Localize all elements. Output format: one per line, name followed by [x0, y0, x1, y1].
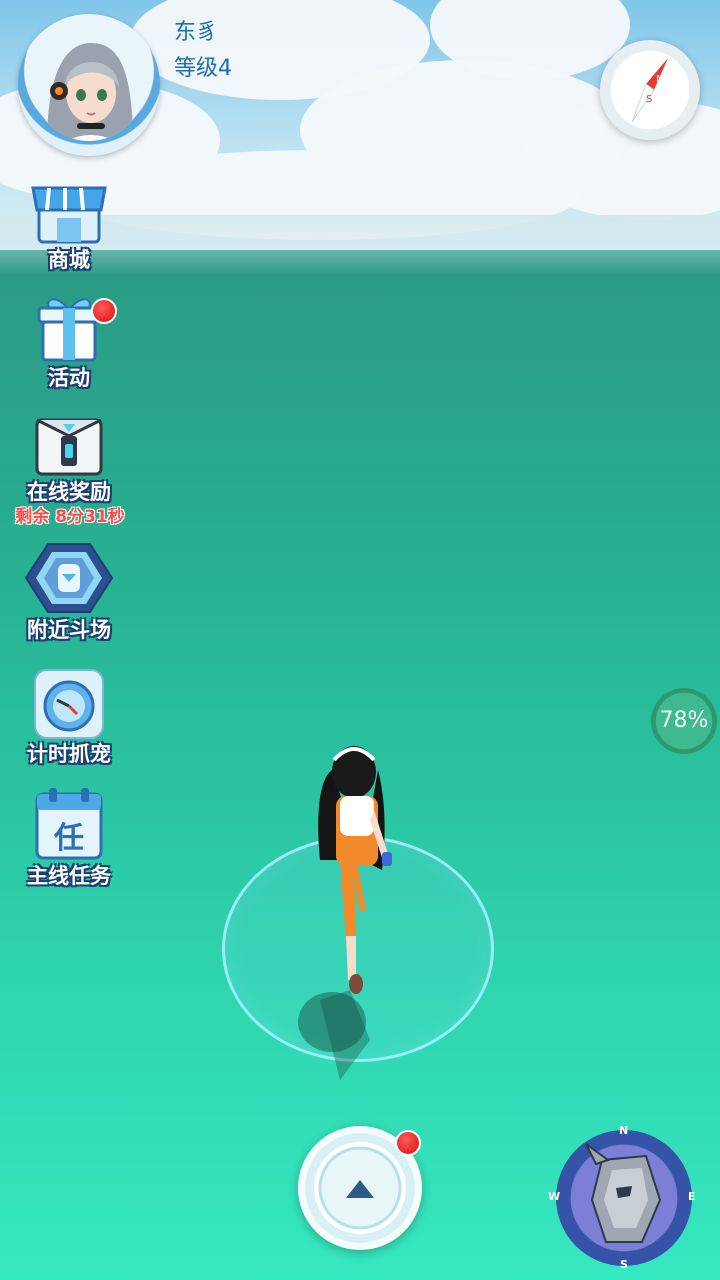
timed-capture-button[interactable]: 计时抓宠: [10, 668, 128, 768]
avatar-portrait-icon: [33, 29, 145, 141]
online-reward-button[interactable]: 在线奖励: [10, 410, 128, 506]
minimap-east: E: [688, 1190, 696, 1203]
reward-chest-icon: [35, 418, 103, 476]
events-notification-dot: [91, 298, 117, 324]
player-name: 东豸: [174, 20, 219, 45]
action-notification-dot: [395, 1130, 421, 1156]
nearby-arena-label: 附近斗场: [27, 618, 111, 642]
compass-south: S: [646, 94, 652, 105]
nearby-arena-button[interactable]: 附近斗场: [10, 540, 128, 644]
main-quest-label: 主线任务: [27, 864, 111, 888]
minimap-button[interactable]: N S E W: [548, 1124, 696, 1271]
shop-button[interactable]: 商城: [10, 180, 128, 274]
svg-text:任: 任: [53, 821, 84, 856]
online-reward-timer: 剩余 8分31秒: [15, 507, 125, 527]
game-scene[interactable]: 东豸 等级4 N S 商城 活动 在线奖励 剩余 8分31秒 附近斗场 计时抓宠…: [0, 0, 720, 1280]
player-level: 等级4: [174, 56, 232, 81]
minimap-south: S: [620, 1258, 628, 1271]
events-label: 活动: [48, 366, 90, 390]
pet-mech-icon: [585, 1143, 662, 1243]
progress-percent: 78%: [651, 688, 717, 754]
shop-label: 商城: [48, 248, 90, 272]
minimap-north: N: [619, 1124, 629, 1137]
compass-north: N: [656, 74, 663, 85]
compass-needle-icon: N S: [631, 58, 668, 123]
player-avatar[interactable]: [18, 14, 160, 156]
shop-icon: [31, 186, 107, 244]
quest-calendar-icon: 任: [35, 788, 103, 860]
compass-button[interactable]: N S: [600, 40, 700, 140]
arena-icon: [24, 543, 114, 613]
stopwatch-icon: [34, 669, 104, 739]
minimap-west: W: [548, 1190, 561, 1203]
main-quest-button[interactable]: 任 主线任务: [10, 786, 128, 890]
timed-capture-label: 计时抓宠: [27, 742, 111, 766]
player-character[interactable]: [290, 740, 420, 1090]
